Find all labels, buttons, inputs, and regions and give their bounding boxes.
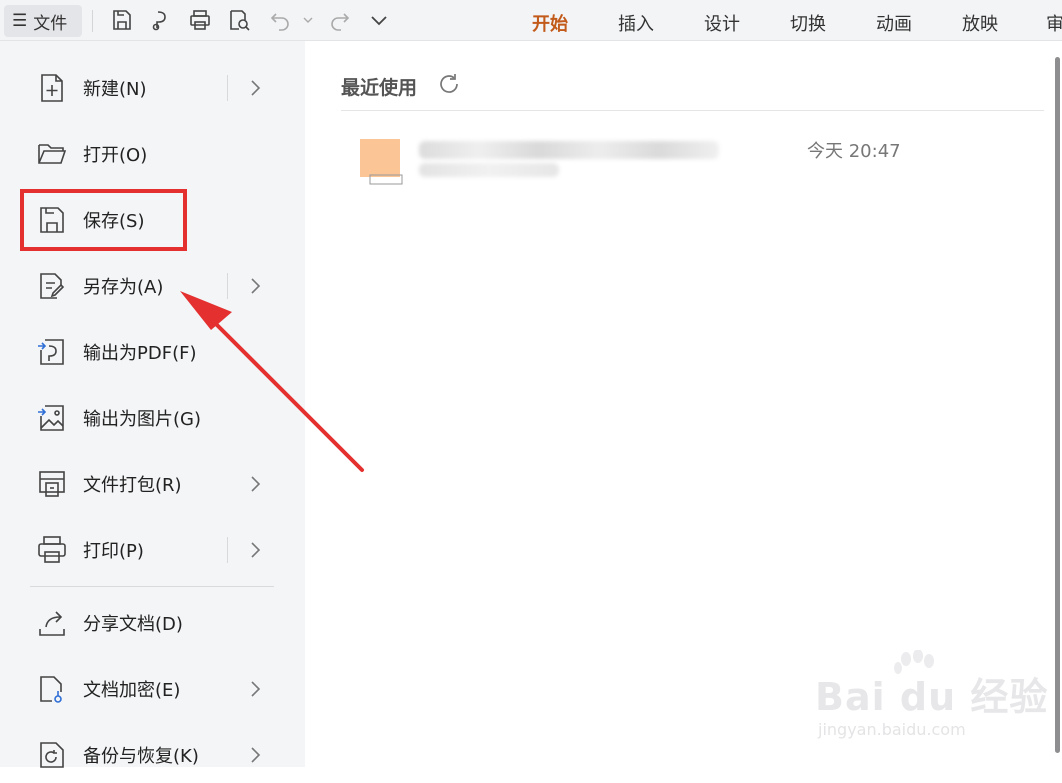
menu-item-divider: [227, 273, 228, 299]
hamburger-icon: ☰: [12, 11, 28, 31]
tab-slideshow[interactable]: 放映: [962, 10, 998, 36]
redo-icon[interactable]: [328, 8, 352, 32]
menu-item-label: 文档加密(E): [83, 680, 181, 701]
menu-item-label: 另存为(A): [83, 277, 164, 298]
recent-section-title: 最近使用: [341, 77, 418, 99]
menu-item-share[interactable]: 分享文档(D): [0, 595, 305, 651]
file-path-blurred: [419, 163, 559, 177]
encrypt-icon: [36, 673, 68, 705]
save-highlight-box: [20, 189, 187, 251]
tab-animation[interactable]: 动画: [876, 10, 912, 36]
title-toolbar: ☰ 文件 开始 插入 设计 切换 动画 放映 审: [0, 0, 1062, 41]
package-icon: [36, 468, 68, 500]
watermark-brand: Bai du 经验: [815, 675, 1049, 719]
menu-item-label: 分享文档(D): [83, 614, 183, 635]
chevron-right-icon[interactable]: [249, 679, 263, 699]
undo-icon[interactable]: [268, 8, 292, 32]
export-pdf-icon: [36, 336, 68, 368]
file-menu-label: 文件: [33, 13, 68, 34]
presentation-file-icon: [360, 139, 404, 185]
file-menu-button[interactable]: ☰ 文件: [4, 5, 82, 37]
save-icon[interactable]: [110, 8, 134, 32]
export-pdf-icon[interactable]: [149, 8, 173, 32]
chevron-right-icon[interactable]: [249, 276, 263, 296]
folder-open-icon: [36, 138, 68, 170]
print-icon[interactable]: [188, 8, 212, 32]
chevron-right-icon[interactable]: [249, 78, 263, 98]
menu-divider: [30, 586, 274, 587]
menu-item-open[interactable]: 打开(O): [0, 126, 305, 182]
menu-item-save-as[interactable]: 另存为(A): [0, 258, 305, 314]
menu-item-label: 备份与恢复(K): [83, 746, 199, 767]
share-icon: [36, 607, 68, 639]
chevron-right-icon[interactable]: [249, 540, 263, 560]
menu-item-export-image[interactable]: 输出为图片(G): [0, 390, 305, 446]
file-name-blurred: [419, 141, 719, 159]
menu-item-label: 输出为图片(G): [83, 409, 201, 430]
new-file-icon: [36, 72, 68, 104]
menu-item-label: 打印(P): [83, 541, 144, 562]
menu-item-label: 输出为PDF(F): [83, 343, 197, 364]
menu-item-encrypt[interactable]: 文档加密(E): [0, 661, 305, 717]
menu-item-divider: [227, 75, 228, 101]
refresh-icon[interactable]: [437, 72, 461, 96]
tab-review[interactable]: 审: [1046, 10, 1062, 36]
scrollbar[interactable]: [1055, 57, 1060, 753]
export-image-icon: [36, 402, 68, 434]
tab-design[interactable]: 设计: [704, 10, 740, 36]
tab-transition[interactable]: 切换: [790, 10, 826, 36]
print-icon: [36, 534, 68, 566]
menu-item-package[interactable]: 文件打包(R): [0, 456, 305, 512]
file-menu-panel: 新建(N) 打开(O) 保存(S) 另存为(A) 输出为PDF(F) 输出为图片…: [0, 41, 305, 768]
recent-file-row[interactable]: 今天 20:47: [341, 129, 1044, 189]
undo-dropdown-icon[interactable]: [296, 8, 313, 32]
file-open-time: 今天 20:47: [807, 141, 901, 162]
save-as-icon: [36, 270, 68, 302]
menu-item-backup[interactable]: 备份与恢复(K): [0, 727, 305, 783]
section-divider: [341, 110, 1044, 111]
menu-item-new[interactable]: 新建(N): [0, 60, 305, 116]
chevron-right-icon[interactable]: [249, 474, 263, 494]
menu-item-label: 文件打包(R): [83, 475, 182, 496]
tab-insert[interactable]: 插入: [618, 10, 654, 36]
watermark-url: jingyan.baidu.com: [818, 720, 966, 739]
menu-item-print[interactable]: 打印(P): [0, 522, 305, 578]
tab-home[interactable]: 开始: [532, 10, 568, 36]
more-chevron-down-icon[interactable]: [367, 8, 391, 32]
toolbar-divider: [92, 10, 93, 32]
recent-files-panel: 最近使用 今天 20:47: [305, 41, 1062, 767]
menu-item-export-pdf[interactable]: 输出为PDF(F): [0, 324, 305, 380]
print-preview-icon[interactable]: [227, 8, 251, 32]
menu-item-label: 打开(O): [83, 145, 148, 166]
backup-icon: [36, 739, 68, 771]
menu-item-divider: [227, 537, 228, 563]
chevron-right-icon[interactable]: [249, 745, 263, 765]
menu-item-label: 新建(N): [83, 79, 147, 100]
